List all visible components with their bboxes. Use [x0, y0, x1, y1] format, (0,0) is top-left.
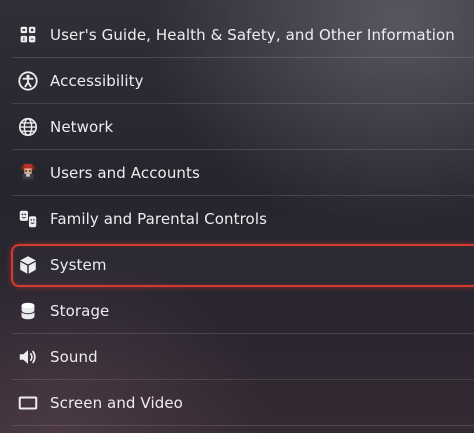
menu-item-screen-and-video[interactable]: Screen and Video: [0, 380, 474, 426]
menu-item-label: Accessibility: [50, 72, 144, 90]
speaker-icon: [16, 345, 40, 369]
info-tiles-icon: [16, 23, 40, 47]
database-icon: [16, 299, 40, 323]
menu-item-label: User's Guide, Health & Safety, and Other…: [50, 26, 455, 44]
menu-item-label: Family and Parental Controls: [50, 210, 268, 228]
menu-item-label: Screen and Video: [50, 394, 183, 412]
family-icon: [16, 207, 40, 231]
menu-item-users-guide[interactable]: User's Guide, Health & Safety, and Other…: [0, 12, 474, 58]
screen-icon: [16, 391, 40, 415]
menu-item-label: Storage: [50, 302, 110, 320]
menu-item-network[interactable]: Network: [0, 104, 474, 150]
user-avatar-icon: [16, 161, 40, 185]
menu-item-system[interactable]: System: [0, 242, 474, 288]
globe-icon: [16, 115, 40, 139]
settings-menu: User's Guide, Health & Safety, and Other…: [0, 12, 474, 426]
menu-item-sound[interactable]: Sound: [0, 334, 474, 380]
menu-item-label: System: [50, 256, 107, 274]
menu-item-users-and-accounts[interactable]: Users and Accounts: [0, 150, 474, 196]
menu-item-accessibility[interactable]: Accessibility: [0, 58, 474, 104]
cube-icon: [16, 253, 40, 277]
menu-item-label: Users and Accounts: [50, 164, 200, 182]
menu-item-label: Sound: [50, 348, 98, 366]
accessibility-icon: [16, 69, 40, 93]
menu-item-label: Network: [50, 118, 114, 136]
menu-item-family-parental-controls[interactable]: Family and Parental Controls: [0, 196, 474, 242]
menu-item-storage[interactable]: Storage: [0, 288, 474, 334]
